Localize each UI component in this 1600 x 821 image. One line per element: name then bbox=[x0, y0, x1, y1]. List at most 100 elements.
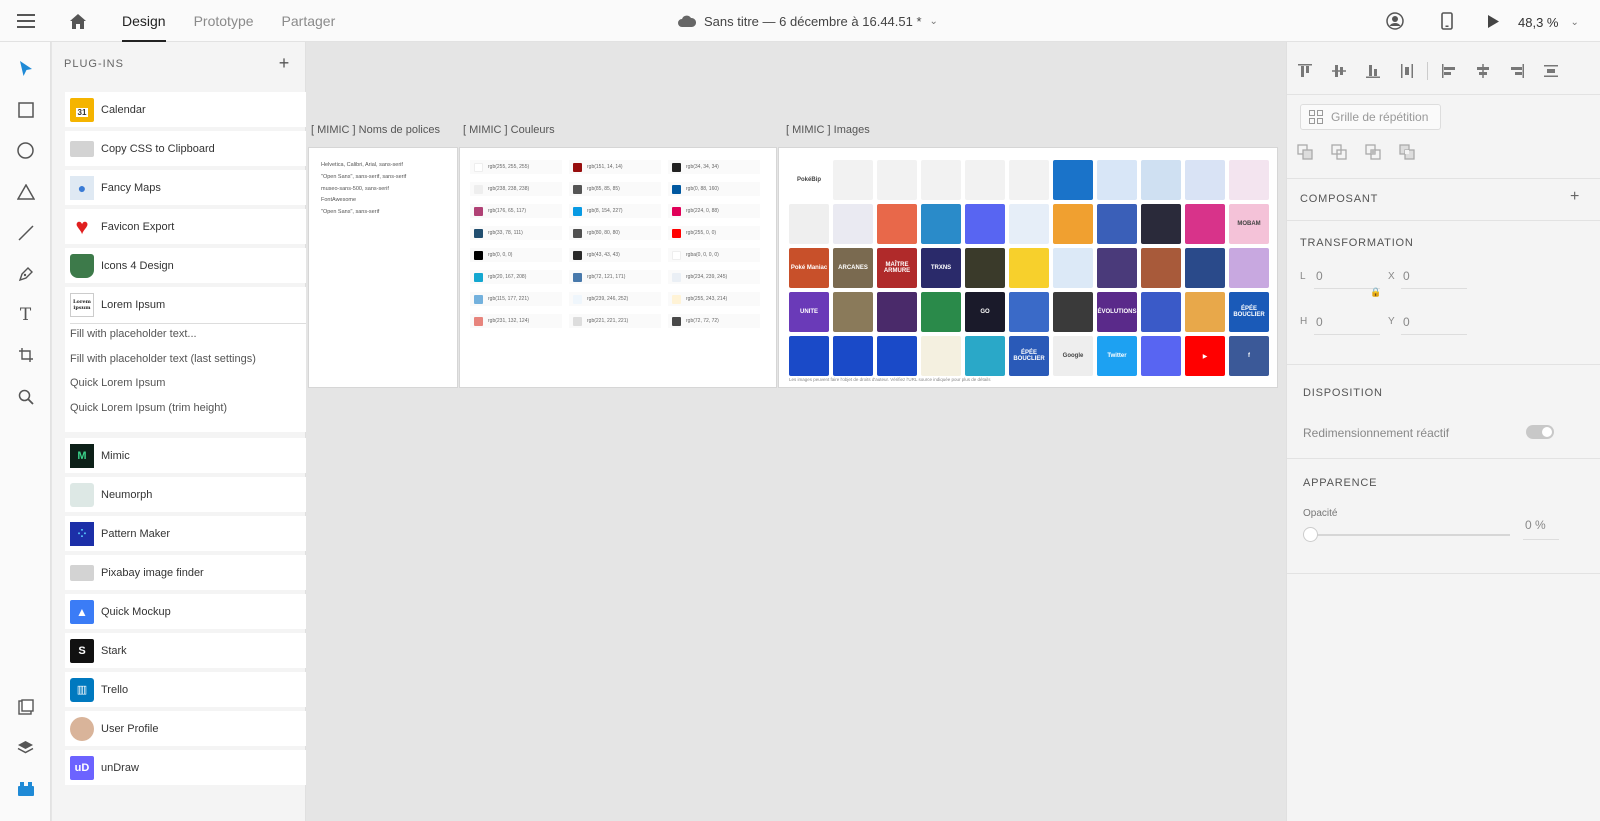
artboard-tool-icon[interactable] bbox=[13, 342, 38, 367]
image-thumbnail[interactable] bbox=[789, 204, 829, 244]
image-thumbnail[interactable] bbox=[1141, 336, 1181, 376]
zoom-tool-icon[interactable] bbox=[13, 384, 38, 409]
image-thumbnail[interactable] bbox=[965, 204, 1005, 244]
play-icon[interactable] bbox=[1482, 0, 1504, 42]
image-thumbnail[interactable] bbox=[1097, 160, 1137, 200]
image-thumbnail[interactable] bbox=[1185, 248, 1225, 288]
image-thumbnail[interactable] bbox=[833, 204, 873, 244]
image-thumbnail[interactable] bbox=[1009, 204, 1049, 244]
plugin-calendar[interactable]: 31 Calendar bbox=[65, 92, 347, 127]
image-thumbnail[interactable] bbox=[1097, 248, 1137, 288]
image-thumbnail[interactable]: MOBAM bbox=[1229, 204, 1269, 244]
artboard-fonts[interactable]: Helvetica, Calibri, Arial, sans-serif "O… bbox=[308, 147, 458, 388]
line-tool-icon[interactable] bbox=[13, 220, 38, 245]
artboard-label-fonts[interactable]: [ MIMIC ] Noms de polices bbox=[311, 124, 440, 136]
image-thumbnail[interactable]: Twitter bbox=[1097, 336, 1137, 376]
artboard-colors[interactable]: rgb(255, 255, 255) rgb(151, 14, 14) rgb(34… bbox=[459, 147, 777, 388]
boolean-intersect-icon[interactable] bbox=[1362, 141, 1384, 163]
plugin-icons-4-design[interactable]: Icons 4 Design bbox=[65, 248, 347, 283]
select-arrow-icon[interactable] bbox=[13, 56, 38, 81]
repeat-grid-button[interactable]: Grille de répétition bbox=[1300, 104, 1441, 130]
x-input[interactable]: 0 bbox=[1403, 269, 1410, 283]
image-thumbnail[interactable] bbox=[965, 160, 1005, 200]
plugin-pattern-maker[interactable]: ⁘ Pattern Maker bbox=[65, 516, 347, 551]
image-thumbnail[interactable] bbox=[1185, 160, 1225, 200]
lorem-fill-placeholder[interactable]: Fill with placeholder text... bbox=[70, 328, 197, 340]
boolean-add-icon[interactable] bbox=[1294, 141, 1316, 163]
image-thumbnail[interactable] bbox=[1229, 248, 1269, 288]
boolean-exclude-icon[interactable] bbox=[1396, 141, 1418, 163]
artboard-label-colors[interactable]: [ MIMIC ] Couleurs bbox=[463, 124, 555, 136]
plugin-mimic[interactable]: M Mimic bbox=[65, 438, 347, 473]
ellipse-tool-icon[interactable] bbox=[13, 138, 38, 163]
image-thumbnail[interactable]: Google bbox=[1053, 336, 1093, 376]
image-thumbnail[interactable] bbox=[1229, 160, 1269, 200]
image-thumbnail[interactable]: PokéBip bbox=[789, 160, 829, 200]
opacity-slider-track[interactable] bbox=[1317, 534, 1510, 536]
image-thumbnail[interactable] bbox=[1141, 292, 1181, 332]
plugin-quick-mockup[interactable]: ▲ Quick Mockup › bbox=[65, 594, 347, 629]
design-canvas[interactable]: [ MIMIC ] Noms de polices [ MIMIC ] Coul… bbox=[306, 42, 1286, 821]
image-thumbnail[interactable] bbox=[1009, 248, 1049, 288]
image-thumbnail[interactable] bbox=[877, 160, 917, 200]
image-thumbnail[interactable] bbox=[789, 336, 829, 376]
image-thumbnail[interactable]: TRXNS bbox=[921, 248, 961, 288]
image-thumbnail[interactable] bbox=[1009, 292, 1049, 332]
image-thumbnail[interactable]: ARCANES bbox=[833, 248, 873, 288]
tab-share[interactable]: Partager bbox=[268, 0, 350, 42]
opacity-value[interactable]: 0 % bbox=[1525, 518, 1546, 532]
image-thumbnail[interactable] bbox=[833, 336, 873, 376]
plugins-icon[interactable] bbox=[13, 776, 38, 801]
image-thumbnail[interactable] bbox=[1097, 204, 1137, 244]
height-input[interactable]: 0 bbox=[1316, 315, 1323, 329]
lorem-fill-last-settings[interactable]: Fill with placeholder text (last setting… bbox=[70, 353, 256, 365]
image-thumbnail[interactable] bbox=[921, 204, 961, 244]
image-thumbnail[interactable] bbox=[1009, 160, 1049, 200]
image-thumbnail[interactable] bbox=[877, 204, 917, 244]
image-thumbnail[interactable]: f bbox=[1229, 336, 1269, 376]
lorem-quick[interactable]: Quick Lorem Ipsum bbox=[70, 377, 165, 389]
image-thumbnail[interactable] bbox=[921, 160, 961, 200]
align-left-icon[interactable] bbox=[1438, 60, 1460, 82]
artboard-images[interactable]: PokéBip MOBAM Poké Maniac ARCANES MAÎTRE ARM… bbox=[778, 147, 1278, 388]
plugin-favicon-export[interactable]: ♥ Favicon Export bbox=[65, 209, 347, 244]
plugin-neumorph[interactable]: Neumorph › bbox=[65, 477, 347, 512]
tab-prototype[interactable]: Prototype bbox=[180, 0, 268, 42]
image-thumbnail[interactable] bbox=[921, 292, 961, 332]
home-icon[interactable] bbox=[66, 0, 90, 42]
image-thumbnail[interactable]: GO bbox=[965, 292, 1005, 332]
tab-design[interactable]: Design bbox=[108, 0, 180, 42]
width-input[interactable]: 0 bbox=[1316, 269, 1323, 283]
plugin-undraw[interactable]: uD unDraw bbox=[65, 750, 347, 785]
mobile-preview-icon[interactable] bbox=[1436, 0, 1458, 42]
boolean-subtract-icon[interactable] bbox=[1328, 141, 1350, 163]
plugin-pixabay[interactable]: Pixabay image finder › bbox=[65, 555, 347, 590]
rectangle-tool-icon[interactable] bbox=[13, 97, 38, 122]
image-thumbnail[interactable] bbox=[877, 292, 917, 332]
image-thumbnail[interactable] bbox=[877, 336, 917, 376]
layers-icon[interactable] bbox=[13, 735, 38, 760]
y-input[interactable]: 0 bbox=[1403, 315, 1410, 329]
align-right-icon[interactable] bbox=[1506, 60, 1528, 82]
lorem-quick-trim[interactable]: Quick Lorem Ipsum (trim height) bbox=[70, 402, 227, 414]
image-thumbnail[interactable] bbox=[1185, 204, 1225, 244]
distribute-vertical-icon[interactable] bbox=[1396, 60, 1418, 82]
image-thumbnail[interactable] bbox=[921, 336, 961, 376]
responsive-resize-toggle[interactable] bbox=[1526, 425, 1554, 439]
zoom-level[interactable]: 48,3 % ⌄ bbox=[1518, 11, 1579, 33]
image-thumbnail[interactable] bbox=[1053, 204, 1093, 244]
image-thumbnail[interactable]: MAÎTRE ARMURE bbox=[877, 248, 917, 288]
plugin-trello[interactable]: ▥ Trello › bbox=[65, 672, 347, 707]
image-thumbnail[interactable]: ÉVOLUTIONS bbox=[1097, 292, 1137, 332]
image-thumbnail[interactable]: ÉPÉE BOUCLIER bbox=[1229, 292, 1269, 332]
add-plugin-icon[interactable]: + bbox=[274, 53, 294, 73]
document-title[interactable]: Sans titre — 6 décembre à 16.44.51 * ⌄ bbox=[678, 0, 938, 42]
align-middle-icon[interactable] bbox=[1328, 60, 1350, 82]
image-thumbnail[interactable] bbox=[1053, 160, 1093, 200]
align-top-icon[interactable] bbox=[1294, 60, 1316, 82]
image-thumbnail[interactable] bbox=[1053, 248, 1093, 288]
plugin-lorem-ipsum[interactable]: Lorem ipsum Lorem Ipsum ⌄ bbox=[65, 287, 347, 322]
image-thumbnail[interactable] bbox=[1141, 160, 1181, 200]
user-share-icon[interactable] bbox=[1384, 0, 1406, 42]
image-thumbnail[interactable]: Poké Maniac bbox=[789, 248, 829, 288]
